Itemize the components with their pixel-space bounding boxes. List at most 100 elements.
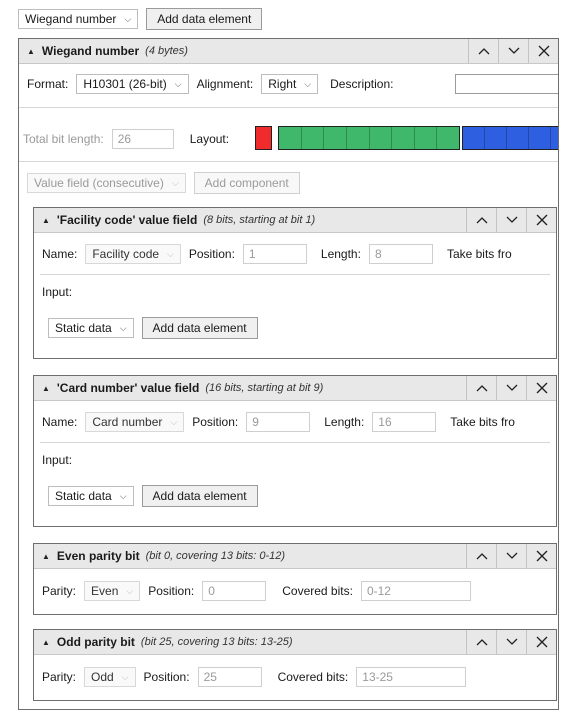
alignment-select[interactable]: Right ⌵ <box>261 74 319 94</box>
parity-label: Parity: <box>42 584 77 598</box>
field-name-row: Name: Card number ⌵ Position: 9 Length: … <box>42 412 515 432</box>
position-field[interactable]: 1 <box>242 244 307 264</box>
position-field[interactable]: 25 <box>197 667 262 687</box>
input-type-select[interactable]: Static data ⌵ <box>48 486 134 506</box>
divider <box>19 161 558 162</box>
move-up-button[interactable] <box>466 544 496 568</box>
move-up-button[interactable] <box>468 39 498 63</box>
collapse-triangle-icon[interactable]: ▲ <box>42 216 50 225</box>
odd-parity-header[interactable]: ▲ Odd parity bit (bit 25, covering 13 bi… <box>34 630 556 655</box>
layout-bit-cell <box>302 127 325 149</box>
collapse-triangle-icon[interactable]: ▲ <box>42 552 50 561</box>
name-select[interactable]: Facility code ⌵ <box>85 244 181 264</box>
chevron-down-icon: ⌵ <box>304 78 312 89</box>
add-data-element-button[interactable]: Add data element <box>141 317 258 339</box>
chevron-down-icon: ⌵ <box>119 490 127 501</box>
element-type-select[interactable]: Wiegand number ⌵ <box>18 9 139 29</box>
covered-bits-field[interactable]: 0-12 <box>360 581 471 601</box>
chevron-down-icon: ⌵ <box>126 585 134 596</box>
layout-bit-cell <box>324 127 347 149</box>
close-icon <box>536 214 547 226</box>
take-bits-label: Take bits fro <box>450 415 515 429</box>
length-field[interactable]: 16 <box>372 412 437 432</box>
move-down-button[interactable] <box>498 39 528 63</box>
element-type-value: Wiegand number <box>25 12 117 26</box>
panel-subtitle: (4 bytes) <box>145 45 188 57</box>
name-select[interactable]: Card number ⌵ <box>85 412 185 432</box>
chevron-down-icon <box>506 216 517 223</box>
move-down-button[interactable] <box>496 208 526 232</box>
facility-field-panel: ▲ 'Facility code' value field (8 bits, s… <box>33 207 557 359</box>
input-type-value: Static data <box>55 321 112 335</box>
component-type-select[interactable]: Value field (consecutive) ⌵ <box>27 173 186 193</box>
even-parity-header[interactable]: ▲ Even parity bit (bit 0, covering 13 bi… <box>34 544 556 569</box>
chevron-down-icon: ⌵ <box>119 322 127 333</box>
covered-bits-field[interactable]: 13-25 <box>356 667 467 687</box>
chevron-up-icon <box>476 385 487 392</box>
add-data-element-button[interactable]: Add data element <box>141 485 258 507</box>
total-bits-label: Total bit length: <box>23 132 104 146</box>
add-data-element-button[interactable]: Add data element <box>146 8 263 30</box>
close-icon <box>536 382 547 394</box>
collapse-triangle-icon[interactable]: ▲ <box>42 384 50 393</box>
chevron-up-icon <box>476 217 487 224</box>
card-field-panel: ▲ 'Card number' value field (16 bits, st… <box>33 375 557 527</box>
position-field[interactable]: 9 <box>246 412 311 432</box>
layout-bit-cell <box>347 127 370 149</box>
move-down-button[interactable] <box>496 630 526 654</box>
description-input[interactable] <box>455 74 558 94</box>
card-field-header[interactable]: ▲ 'Card number' value field (16 bits, st… <box>34 376 556 401</box>
parity-title: Odd parity bit <box>56 635 135 649</box>
format-select[interactable]: H10301 (26-bit) ⌵ <box>76 74 189 94</box>
panel-controls <box>466 376 556 400</box>
chevron-up-icon <box>476 639 487 646</box>
parity-select[interactable]: Even ⌵ <box>84 581 141 601</box>
length-field[interactable]: 8 <box>368 244 433 264</box>
collapse-triangle-icon[interactable]: ▲ <box>27 47 35 56</box>
layout-bit-cell <box>485 127 507 149</box>
length-label: Length: <box>324 415 365 429</box>
position-label: Position: <box>143 670 190 684</box>
field-title: 'Card number' value field <box>56 381 200 395</box>
collapse-triangle-icon[interactable]: ▲ <box>42 638 50 647</box>
panel-controls <box>466 630 556 654</box>
parity-subtitle: (bit 25, covering 13 bits: 13-25) <box>140 636 293 648</box>
add-component-button[interactable]: Add component <box>193 172 300 194</box>
position-label: Position: <box>192 415 239 429</box>
chevron-down-icon: ⌵ <box>170 416 178 427</box>
name-label: Name: <box>42 415 78 429</box>
parity-title: Even parity bit <box>56 549 140 563</box>
layout-card-bits <box>462 126 558 150</box>
layout-row: Total bit length: 26 Layout: <box>23 129 229 149</box>
layout-bit-cell <box>279 127 302 149</box>
take-bits-label: Take bits fro <box>446 247 512 261</box>
close-icon <box>536 550 547 562</box>
move-up-button[interactable] <box>466 630 496 654</box>
parity-select[interactable]: Odd ⌵ <box>84 667 136 687</box>
move-up-button[interactable] <box>466 376 496 400</box>
move-down-button[interactable] <box>496 376 526 400</box>
move-up-button[interactable] <box>466 208 496 232</box>
wiegand-panel: ▲ Wiegand number (4 bytes) Format: H1030… <box>18 38 559 710</box>
remove-button[interactable] <box>526 376 556 400</box>
move-down-button[interactable] <box>496 544 526 568</box>
format-label: Format: <box>27 77 69 91</box>
layout-bit-cell <box>415 127 438 149</box>
layout-bit-cell <box>437 127 459 149</box>
close-icon <box>538 45 549 57</box>
name-label: Name: <box>42 247 78 261</box>
panel-controls <box>468 39 558 63</box>
chevron-down-icon <box>506 552 517 559</box>
remove-button[interactable] <box>528 39 558 63</box>
input-type-select[interactable]: Static data ⌵ <box>48 318 134 338</box>
position-field[interactable]: 0 <box>202 581 267 601</box>
input-type-value: Static data <box>55 489 112 503</box>
remove-button[interactable] <box>526 544 556 568</box>
divider <box>40 274 550 275</box>
wiegand-panel-header[interactable]: ▲ Wiegand number (4 bytes) <box>19 39 558 64</box>
layout-facility-bits <box>278 126 460 150</box>
remove-button[interactable] <box>526 208 556 232</box>
remove-button[interactable] <box>526 630 556 654</box>
input-label: Input: <box>42 453 73 467</box>
facility-field-header[interactable]: ▲ 'Facility code' value field (8 bits, s… <box>34 208 556 233</box>
